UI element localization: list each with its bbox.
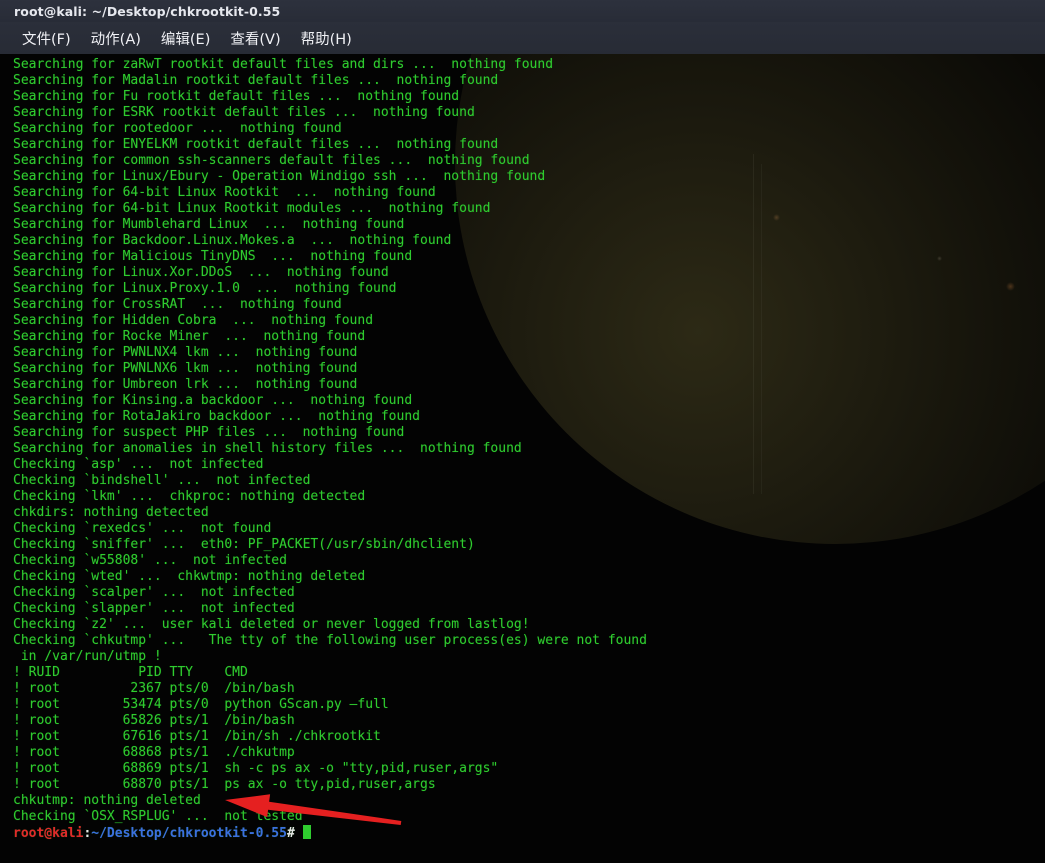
terminal-line: Searching for common ssh-scanners defaul… [13,153,530,168]
terminal-line: ! RUID PID TTY CMD [13,665,248,680]
terminal-line: Searching for RotaJakiro backdoor ... no… [13,409,420,424]
window-title: root@kali: ~/Desktop/chkrootkit-0.55 [14,3,281,19]
terminal-line: ! root 68870 pts/1 ps ax -o tty,pid,ruse… [13,777,436,792]
terminal-line: Searching for suspect PHP files ... noth… [13,425,405,440]
terminal-line: Searching for 64-bit Linux Rootkit ... n… [13,185,436,200]
terminal-line: Searching for Kinsing.a backdoor ... not… [13,393,413,408]
menu-edit[interactable]: 编辑(E) [151,26,220,51]
terminal-line: chkutmp: nothing deleted [13,793,201,808]
terminal-line: Searching for zaRwT rootkit default file… [13,57,554,72]
terminal-line: Searching for anomalies in shell history… [13,441,522,456]
menu-view[interactable]: 查看(V) [220,26,290,51]
menu-actions[interactable]: 动作(A) [81,26,151,51]
prompt-symbol: # [286,826,303,841]
terminal-line: Searching for Mumblehard Linux ... nothi… [13,217,405,232]
terminal-line: ! root 68869 pts/1 sh -c ps ax -o "tty,p… [13,761,499,776]
wallpaper-spark-icon [773,214,780,221]
terminal-line: Searching for rootedoor ... nothing foun… [13,121,342,136]
wallpaper-spark-icon-2 [937,256,942,261]
terminal-output: Searching for zaRwT rootkit default file… [13,57,647,841]
prompt-user-host: root@kali [13,826,84,841]
terminal-line: Searching for Umbreon lrk ... nothing fo… [13,377,358,392]
terminal-line: Searching for 64-bit Linux Rootkit modul… [13,201,491,216]
terminal-line: Searching for Linux.Proxy.1.0 ... nothin… [13,281,397,296]
terminal-line: Checking `rexedcs' ... not found [13,521,272,536]
terminal-line: Checking `lkm' ... chkproc: nothing dete… [13,489,366,504]
terminal-line: Searching for CrossRAT ... nothing found [13,297,342,312]
terminal-line: Searching for ENYELKM rootkit default fi… [13,137,499,152]
terminal-line: Searching for Linux/Ebury - Operation Wi… [13,169,546,184]
terminal-line: ! root 68868 pts/1 ./chkutmp [13,745,295,760]
wallpaper-stalk-decoration [753,154,754,494]
terminal-line: Searching for Fu rootkit default files .… [13,89,460,104]
wallpaper-stalk-decoration-2 [761,164,762,494]
terminal-prompt-line[interactable]: root@kali:~/Desktop/chkrootkit-0.55# [13,825,647,841]
window-titlebar[interactable]: root@kali: ~/Desktop/chkrootkit-0.55 [0,0,1045,22]
terminal-line: Checking `wted' ... chkwtmp: nothing del… [13,569,366,584]
terminal-line: chkdirs: nothing detected [13,505,209,520]
terminal-line: Checking `bindshell' ... not infected [13,473,311,488]
terminal-line: Searching for Malicious TinyDNS ... noth… [13,249,413,264]
terminal-body[interactable]: Searching for zaRwT rootkit default file… [0,54,1045,863]
wallpaper-spark-icon-3 [1006,282,1015,291]
terminal-line: Checking `chkutmp' ... The tty of the fo… [13,633,647,648]
terminal-line: Searching for Rocke Miner ... nothing fo… [13,329,366,344]
terminal-line: Checking `scalper' ... not infected [13,585,295,600]
terminal-line: ! root 65826 pts/1 /bin/bash [13,713,295,728]
terminal-line: ! root 67616 pts/1 /bin/sh ./chkrootkit [13,729,381,744]
menubar: 文件(F) 动作(A) 编辑(E) 查看(V) 帮助(H) [0,22,1045,54]
menu-file[interactable]: 文件(F) [12,26,81,51]
terminal-line: ! root 2367 pts/0 /bin/bash [13,681,295,696]
terminal-line: Searching for ESRK rootkit default files… [13,105,475,120]
terminal-line: Searching for PWNLNX6 lkm ... nothing fo… [13,361,358,376]
terminal-line: Checking `slapper' ... not infected [13,601,295,616]
prompt-path: ~/Desktop/chkrootkit-0.55 [91,826,287,841]
terminal-line: Checking `asp' ... not infected [13,457,264,472]
terminal-line: Searching for Madalin rootkit default fi… [13,73,499,88]
terminal-line: Checking `OSX_RSPLUG' ... not tested [13,809,303,824]
terminal-line: Checking `z2' ... user kali deleted or n… [13,617,530,632]
terminal-line: ! root 53474 pts/0 python GScan.py —full [13,697,389,712]
terminal-line: in /var/run/utmp ! [13,649,162,664]
terminal-line: Searching for Backdoor.Linux.Mokes.a ...… [13,233,452,248]
menu-help[interactable]: 帮助(H) [291,26,362,51]
terminal-window: root@kali: ~/Desktop/chkrootkit-0.55 文件(… [0,0,1045,863]
terminal-line: Checking `sniffer' ... eth0: PF_PACKET(/… [13,537,475,552]
terminal-line: Searching for Linux.Xor.DDoS ... nothing… [13,265,389,280]
terminal-line: Checking `w55808' ... not infected [13,553,287,568]
terminal-line: Searching for Hidden Cobra ... nothing f… [13,313,374,328]
terminal-line: Searching for PWNLNX4 lkm ... nothing fo… [13,345,358,360]
block-cursor [302,825,311,839]
